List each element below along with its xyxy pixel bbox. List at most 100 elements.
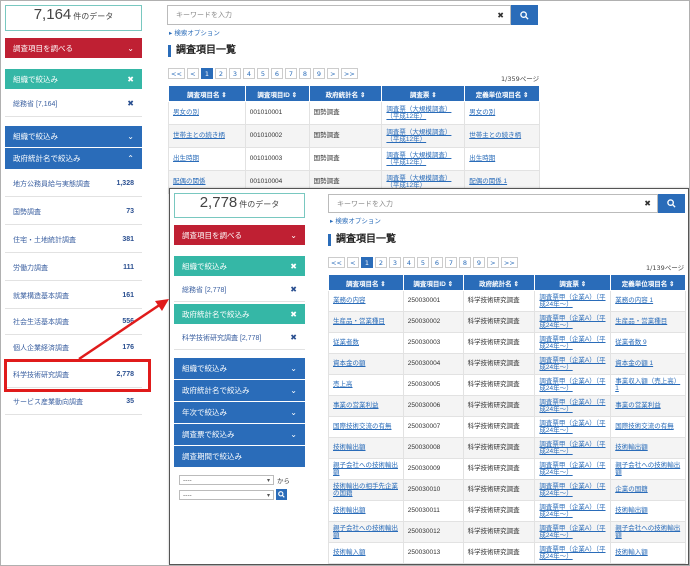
table-cell[interactable]: 調査票（大規模調査）（平成12年） (381, 124, 466, 148)
column-header[interactable]: 調査票 ⇕ (534, 274, 612, 291)
stats-list-item[interactable]: 社会生活基本調査 556 (5, 309, 142, 335)
page-link[interactable]: 1 (360, 257, 373, 268)
table-cell[interactable]: 事業収入額（売上高）1 (610, 374, 686, 396)
table-cell[interactable]: 親子会社への技術輸出額 (328, 458, 404, 480)
year-filter-toggle[interactable]: 年次で絞込み ⌄ (174, 402, 305, 423)
stats-selected-item[interactable]: 科学技術研究調査 [2,778] ✖ (174, 326, 305, 350)
table-cell[interactable]: 親子会社への技術輸出額 (328, 521, 404, 543)
table-cell[interactable]: 男女の別 (464, 101, 540, 125)
period-from-select[interactable]: ---- ▾ (179, 475, 274, 485)
org-filter-toggle[interactable]: 組織で絞込み ⌄ (5, 126, 142, 147)
search-options-link[interactable]: ▸ 検索オプション (330, 215, 381, 225)
page-link[interactable]: 1 (200, 68, 213, 79)
table-cell[interactable]: 技術輸出額 (610, 500, 686, 522)
page-link[interactable]: 9 (312, 68, 325, 79)
stats-list-item[interactable]: 就業構造基本調査 161 (5, 283, 142, 309)
table-cell[interactable]: 調査票甲（企業A）（平成24年〜） (534, 542, 612, 564)
table-cell[interactable]: 事業の営業利益 (328, 395, 404, 417)
page-link[interactable]: 8 (298, 68, 311, 79)
table-cell[interactable]: 生産品・営業種目 (610, 311, 686, 333)
page-link[interactable]: > (326, 68, 339, 79)
table-cell[interactable]: 技術輸出の相手先企業の国籍 (328, 479, 404, 501)
table-cell[interactable]: 調査票甲（企業A）（平成24年〜） (534, 395, 612, 417)
table-cell[interactable]: 出生時期 (168, 147, 246, 171)
page-link[interactable]: < (186, 68, 199, 79)
page-link[interactable]: 3 (228, 68, 241, 79)
table-cell[interactable]: 調査票甲（企業A）（平成24年〜） (534, 311, 612, 333)
table-cell[interactable]: 事業の営業利益 (610, 395, 686, 417)
page-link[interactable]: >> (500, 257, 518, 268)
page-link[interactable]: 7 (444, 257, 457, 268)
column-header[interactable]: 調査項目ID ⇕ (402, 274, 464, 291)
stats-list-item[interactable]: サービス産業動向調査 35 (5, 389, 142, 415)
table-cell[interactable]: 国際技術交流の有無 (328, 416, 404, 438)
table-cell[interactable]: 調査票甲（企業A）（平成24年〜） (534, 500, 612, 522)
table-cell[interactable]: 調査票甲（企業A）（平成24年〜） (534, 290, 612, 312)
table-cell[interactable]: 技術輸出額 (328, 437, 404, 459)
period-search-button[interactable] (276, 489, 287, 500)
period-to-select[interactable]: ---- ▾ (179, 490, 274, 500)
stats-filter-toggle[interactable]: 政府統計名で絞込み ⌄ (174, 380, 305, 401)
org-filter-toggle[interactable]: 組織で絞込み ⌄ (174, 358, 305, 379)
column-header[interactable]: 調査項目ID ⇕ (244, 85, 310, 102)
close-icon[interactable]: ✖ (290, 310, 297, 319)
table-cell[interactable]: 出生時期 (464, 147, 540, 171)
survey-items-toggle[interactable]: 調査項目を調べる ⌄ (5, 38, 142, 58)
search-options-link[interactable]: ▸ 検索オプション (169, 27, 220, 37)
page-link[interactable]: 9 (472, 257, 485, 268)
column-header[interactable]: 調査項目名 ⇕ (168, 85, 246, 102)
page-link[interactable]: 4 (242, 68, 255, 79)
table-cell[interactable]: 世帯主との続き柄 (168, 124, 246, 148)
table-cell[interactable]: 調査票（大規模調査）（平成12年） (381, 101, 466, 125)
close-icon[interactable]: ✖ (127, 75, 134, 84)
page-link[interactable]: 5 (416, 257, 429, 268)
table-cell[interactable]: 調査票甲（企業A）（平成24年〜） (534, 374, 612, 396)
search-input[interactable]: キーワードを入力 ✖ (328, 194, 658, 213)
org-filter-header[interactable]: 組織で絞込み ✖ (5, 69, 142, 89)
org-filter-header[interactable]: 組織で絞込み ✖ (174, 256, 305, 276)
table-cell[interactable]: 調査票甲（企業A）（平成24年〜） (534, 332, 612, 354)
stats-filter-header[interactable]: 政府統計名で絞込み ✖ (174, 304, 305, 324)
table-cell[interactable]: 技術輸入額 (610, 542, 686, 564)
table-cell[interactable]: 売上高 (328, 374, 404, 396)
page-link[interactable]: > (486, 257, 499, 268)
stats-list-item[interactable]: 国勢調査 73 (5, 199, 142, 225)
org-selected-item[interactable]: 総務省 [2,778] ✖ (174, 278, 305, 302)
page-link[interactable]: 6 (430, 257, 443, 268)
search-input[interactable]: キーワードを入力 ✖ (167, 5, 511, 25)
remove-filter-icon[interactable]: ✖ (290, 285, 297, 294)
page-link[interactable]: 4 (402, 257, 415, 268)
table-cell[interactable]: 調査票甲（企業A）（平成24年〜） (534, 437, 612, 459)
org-selected-item[interactable]: 総務省 [7,164] ✖ (5, 91, 142, 117)
column-header[interactable]: 調査票 ⇕ (381, 85, 466, 102)
table-cell[interactable]: 世帯主との続き柄 (464, 124, 540, 148)
table-cell[interactable]: 調査票甲（企業A）（平成24年〜） (534, 353, 612, 375)
table-cell[interactable]: 資本金の額 1 (610, 353, 686, 375)
table-cell[interactable]: 資本金の額 (328, 353, 404, 375)
page-link[interactable]: << (168, 68, 185, 79)
stats-list-item[interactable]: 住宅・土地統計調査 381 (5, 227, 142, 253)
clear-icon[interactable]: ✖ (644, 199, 651, 208)
page-link[interactable]: 7 (284, 68, 297, 79)
table-cell[interactable]: 技術輸出額 (328, 500, 404, 522)
period-filter-header[interactable]: 調査期間で絞込み (174, 446, 305, 467)
form-filter-toggle[interactable]: 調査票で絞込み ⌄ (174, 424, 305, 445)
table-cell[interactable]: 技術輸出額 (610, 437, 686, 459)
table-cell[interactable]: 企業の国籍 (610, 479, 686, 501)
table-cell[interactable]: 国際技術交流の有無 (610, 416, 686, 438)
search-button[interactable] (511, 5, 538, 25)
table-cell[interactable]: 調査票甲（企業A）（平成24年〜） (534, 458, 612, 480)
remove-filter-icon[interactable]: ✖ (290, 333, 297, 342)
column-header[interactable]: 政府統計名 ⇕ (308, 85, 383, 102)
stats-list-item[interactable]: 個人企業経済調査 176 (5, 335, 142, 361)
page-link[interactable]: 8 (458, 257, 471, 268)
page-link[interactable]: 2 (214, 68, 227, 79)
table-cell[interactable]: 親子会社への技術輸出額 (610, 458, 686, 480)
column-header[interactable]: 定義単位項目名 ⇕ (464, 85, 540, 102)
table-cell[interactable]: 調査票（大規模調査）（平成12年） (381, 147, 466, 171)
page-link[interactable]: 2 (374, 257, 387, 268)
table-cell[interactable]: 親子会社への技術輸出額 (610, 521, 686, 543)
search-button[interactable] (658, 194, 685, 213)
column-header[interactable]: 調査項目名 ⇕ (328, 274, 404, 291)
table-cell[interactable]: 業務の内容 (328, 290, 404, 312)
